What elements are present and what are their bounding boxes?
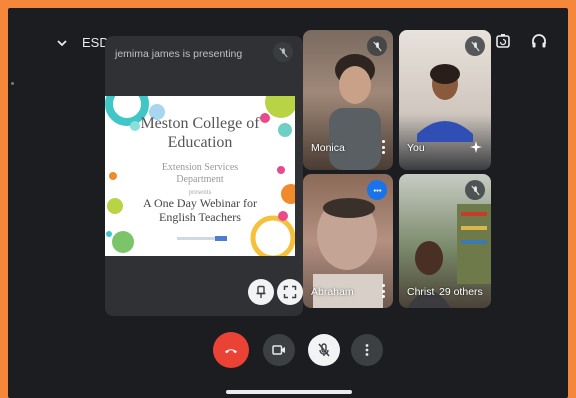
meeting-header: ESD — [56, 35, 109, 50]
slide-title: Meston College of Education — [105, 114, 295, 152]
slide-link-button — [215, 236, 227, 241]
pin-icon — [256, 285, 266, 298]
presentation-tile[interactable]: jemima james is presenting Meston Colleg… — [105, 36, 303, 316]
end-call-icon — [225, 349, 237, 354]
slide-title-line2: Education — [167, 134, 233, 151]
end-call-button[interactable] — [213, 332, 249, 368]
mic-off-icon — [470, 185, 480, 195]
participant-tile-others[interactable]: Christ 29 others — [399, 174, 491, 308]
slide-event: A One Day Webinar for English Teachers — [105, 196, 295, 224]
speaking-indicator — [367, 180, 387, 200]
participant-muted-badge — [465, 180, 485, 200]
slide-subtitle-line2: Department — [176, 174, 224, 185]
presentation-slide: Meston College of Education Extension Se… — [105, 96, 295, 256]
chevron-down-icon[interactable] — [56, 37, 68, 49]
more-icon — [365, 344, 369, 356]
participant-tile-abraham[interactable]: Abraham — [303, 174, 393, 308]
participant-name: Christ — [407, 286, 435, 298]
headphones-icon[interactable] — [530, 32, 548, 50]
header-actions — [494, 32, 548, 50]
participant-name: Monica — [311, 142, 345, 154]
presenting-label: jemima james is presenting — [115, 48, 243, 60]
participant-name: You — [407, 142, 425, 154]
audio-level-icon — [373, 188, 381, 192]
participant-muted-badge — [465, 36, 485, 56]
more-icon[interactable] — [381, 284, 385, 298]
more-options-button[interactable] — [351, 334, 383, 366]
participant-tile-you[interactable]: You — [399, 30, 491, 170]
mic-off-icon — [372, 41, 382, 51]
participant-name: Abraham — [311, 286, 354, 298]
fullscreen-button[interactable] — [277, 279, 303, 305]
slide-presents: presents — [188, 188, 212, 196]
mic-off-icon — [278, 47, 288, 57]
slide-title-line1: Meston College of — [140, 115, 260, 132]
status-dot — [11, 82, 14, 85]
presenter-muted-badge — [273, 42, 293, 62]
meet-screen: ESD jemima james is presenting Meston Co… — [8, 8, 568, 398]
more-icon[interactable] — [381, 140, 385, 154]
call-controls — [8, 328, 568, 388]
microphone-button[interactable] — [308, 334, 340, 366]
home-indicator[interactable] — [226, 390, 352, 394]
camera-icon — [272, 345, 285, 355]
mic-off-icon — [470, 41, 480, 51]
others-count[interactable]: 29 others — [439, 286, 483, 298]
switch-camera-icon[interactable] — [494, 32, 512, 50]
slide-event-line2: English Teachers — [159, 210, 241, 224]
slide-subtitle: Extension Services Department — [105, 162, 295, 186]
slide-event-line1: A One Day Webinar for — [142, 196, 258, 210]
effects-icon[interactable] — [469, 140, 483, 154]
mic-off-icon — [318, 343, 330, 357]
participant-tile-monica[interactable]: Monica — [303, 30, 393, 170]
participant-muted-badge — [367, 36, 387, 56]
pin-button[interactable] — [248, 279, 274, 305]
slide-subtitle-line1: Extension Services — [161, 162, 239, 173]
camera-button[interactable] — [263, 334, 295, 366]
fullscreen-icon — [283, 285, 297, 299]
